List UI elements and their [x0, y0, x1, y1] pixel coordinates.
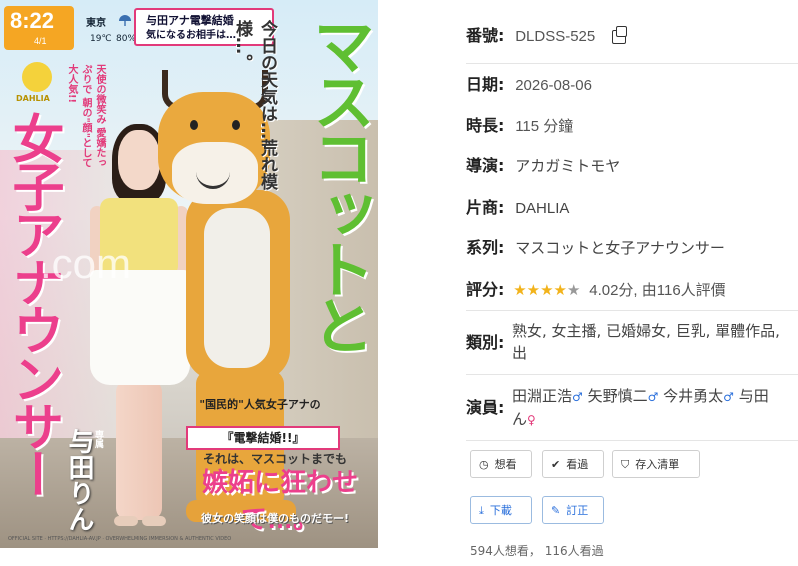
date-value: 2026-08-06: [515, 77, 592, 94]
cast-line1: 田淵正浩♂ 矢野慎二♂ 今井勇太♂ 与田: [512, 385, 798, 408]
mascot-eye-right: [232, 120, 240, 130]
cover-watermark: .com: [40, 240, 132, 287]
bookmark-icon: ⛉: [621, 458, 630, 471]
cover-date: 4/1: [34, 36, 47, 46]
umbrella-icon: [119, 15, 131, 26]
row-code: 番號: DLDSS-525: [466, 25, 798, 48]
row-maker: 片商: DAHLIA: [466, 197, 798, 220]
genre-links-line1[interactable]: 熟女, 女主播, 已婚婦女, 巨乳, 單體作品,: [512, 320, 798, 342]
cover-credits: OFFICIAL SITE · HTTPS://DAHLIA-AV.JP · O…: [8, 536, 232, 542]
series-link[interactable]: マスコットと女子アナウンサー: [515, 239, 725, 257]
cover-speech1: "国民的"人気女子アナの: [199, 398, 321, 411]
cast-link-continued[interactable]: ん: [512, 410, 527, 428]
cover-time: 8:22: [10, 8, 55, 33]
date-label: 日期:: [466, 75, 505, 94]
cast-list: 田淵正浩♂ 矢野慎二♂ 今井勇太♂ 与田 ん♀: [512, 385, 798, 431]
want-label: 想看: [494, 458, 517, 471]
woman-shoe-left: [114, 516, 138, 526]
watched-button[interactable]: ✔ 看過: [542, 450, 604, 478]
want-watched-counts: 594人想看， 116人看過: [470, 544, 604, 558]
length-value: 115 分鐘: [515, 118, 574, 135]
save-label: 存入清單: [635, 458, 680, 471]
female-icon: ♀: [527, 413, 536, 427]
correct-button[interactable]: ✎ 訂正: [542, 496, 604, 524]
cover-bottom-line: 彼女の笑顔は僕のものだモー!: [200, 512, 349, 525]
genre-label: 類別:: [466, 333, 505, 352]
cast-label: 演員:: [466, 398, 505, 417]
save-list-button[interactable]: ⛉ 存入清單: [612, 450, 700, 478]
row-series: 系列: マスコットと女子アナウンサー: [466, 237, 798, 259]
cover-rain: 80%: [116, 34, 137, 44]
divider: [466, 374, 798, 375]
cast-link[interactable]: 田淵正浩: [512, 387, 572, 405]
star-icon: ★: [553, 281, 567, 299]
series-label: 系列:: [466, 238, 505, 257]
divider: [466, 310, 798, 311]
cover-weather-line: 今日の天気は…荒れ模様…。: [232, 20, 277, 190]
woman-head: [118, 130, 160, 190]
rating-text: 4.02分, 由116人評價: [589, 282, 726, 299]
cover-image[interactable]: 8:22 4/1 東京 19℃ 80% 与田アナ電撃結婚 気になるお相手は… D…: [0, 0, 378, 548]
director-label: 導演:: [466, 156, 505, 175]
cover-exclusive: 専属: [93, 430, 103, 448]
cover-title-pink: 女子アナウンサー: [4, 112, 62, 496]
director-link[interactable]: アカガミトモヤ: [515, 157, 620, 175]
want-button[interactable]: ◷ 想看: [470, 450, 532, 478]
cover-temperature: 19℃: [90, 34, 112, 44]
star-icon: ★: [513, 281, 527, 299]
correct-label: 訂正: [566, 504, 589, 517]
row-director: 導演: アカガミトモヤ: [466, 155, 798, 177]
code-value: DLDSS-525: [515, 28, 596, 45]
cast-link[interactable]: 与田: [739, 387, 769, 405]
male-icon: ♂: [572, 390, 583, 404]
cast-line2: ん♀: [512, 408, 798, 431]
woman-legs: [116, 380, 162, 520]
row-date: 日期: 2026-08-06: [466, 74, 798, 97]
star-icon: ★: [526, 281, 541, 299]
row-rating: 評分: ★★★★★ 4.02分, 由116人評價: [466, 279, 798, 302]
code-label: 番號:: [466, 26, 505, 45]
rating-stars: ★★★★★: [513, 281, 585, 299]
cover-speech-news: 『電撃結婚!!』: [186, 426, 340, 450]
divider: [466, 440, 798, 441]
mascot-eye-left: [190, 120, 198, 130]
cover-title-green: マスコットと: [303, 14, 372, 350]
male-icon: ♂: [647, 390, 659, 404]
cast-link[interactable]: 矢野慎二: [588, 387, 648, 405]
divider: [466, 63, 798, 64]
check-icon: ✔: [551, 458, 561, 471]
cover-city: 東京: [86, 18, 106, 29]
male-icon: ♂: [723, 390, 734, 404]
maker-link[interactable]: DAHLIA: [515, 200, 569, 217]
woman-shoe-right: [142, 516, 166, 526]
maker-label: 片商:: [466, 198, 505, 217]
star-empty-icon: ★: [567, 281, 581, 299]
cover-tagline: 天使の微笑み 愛嬌たっぷりで 朝の"顔"として大人気!!: [66, 64, 105, 168]
clock-icon: ◷: [479, 458, 489, 471]
genre-list: 熟女, 女主播, 已婚婦女, 巨乳, 單體作品, 出: [512, 320, 798, 364]
cover-logo-text: DAHLIA: [16, 94, 50, 103]
dahlia-logo-icon: [22, 62, 52, 92]
cast-link[interactable]: 今井勇太: [663, 387, 723, 405]
download-icon: ⤓: [479, 504, 484, 517]
star-icon: ★: [540, 281, 554, 299]
info-panel: 番號: DLDSS-525 日期: 2026-08-06 時長: 115 分鐘 …: [456, 0, 798, 566]
download-button[interactable]: ⤓ 下載: [470, 496, 532, 524]
edit-icon: ✎: [551, 504, 561, 517]
cover-news-line2: 気になるお相手は…: [146, 30, 236, 41]
download-label: 下載: [489, 504, 512, 517]
row-length: 時長: 115 分鐘: [466, 115, 798, 138]
copy-icon[interactable]: [612, 25, 628, 44]
genre-links-line2[interactable]: 出: [512, 342, 798, 364]
rating-label: 評分:: [466, 280, 505, 299]
watched-label: 看過: [566, 458, 589, 471]
length-label: 時長:: [466, 116, 505, 135]
